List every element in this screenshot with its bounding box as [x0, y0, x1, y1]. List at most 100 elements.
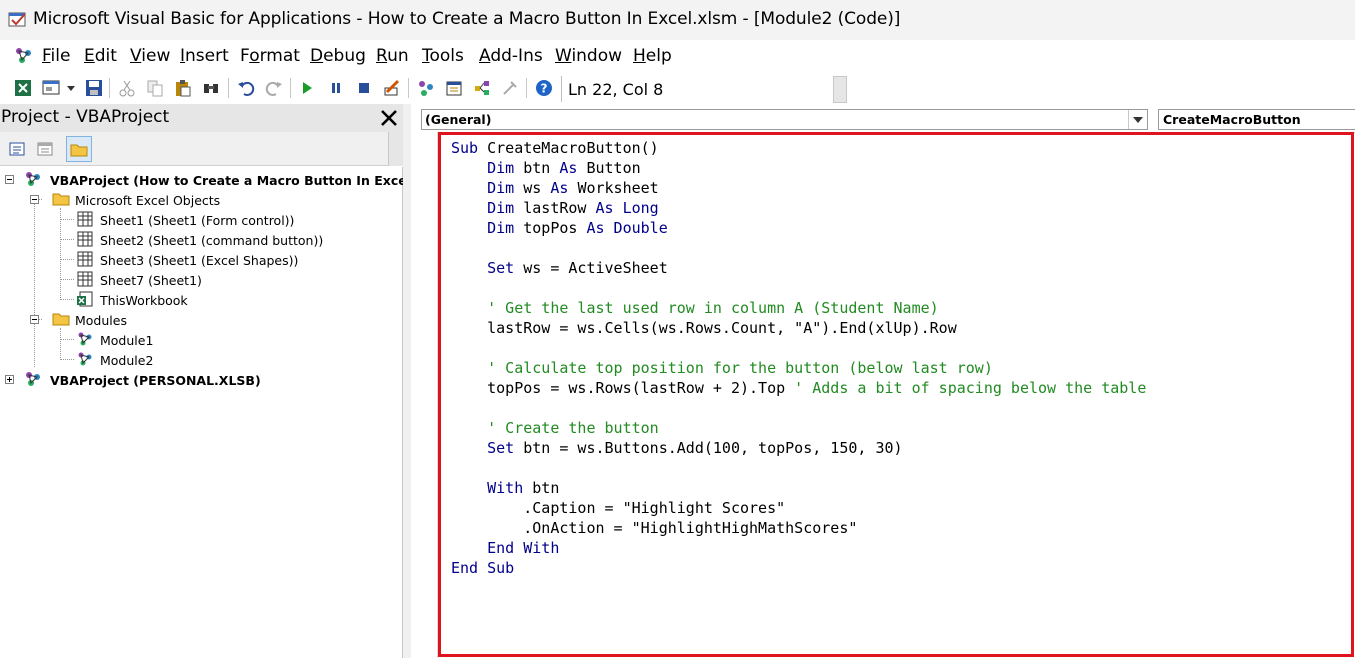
code-line[interactable]: ' Calculate top position for the button … — [451, 358, 1146, 378]
code-line[interactable]: Dim btn As Button — [451, 158, 1146, 178]
copy-icon[interactable] — [145, 78, 165, 98]
tree-item-module2[interactable]: Module2 — [100, 350, 153, 370]
code-line[interactable]: lastRow = ws.Cells(ws.Rows.Count, "A").E… — [451, 318, 1146, 338]
toolbar-overflow-button[interactable] — [833, 76, 847, 103]
menu-accelerator: E — [84, 46, 95, 66]
folder-icon — [52, 193, 70, 206]
collapse-toggle[interactable] — [30, 315, 39, 324]
toolbar-separator — [109, 78, 110, 98]
design-mode-icon[interactable] — [382, 78, 402, 98]
vba-project-icon — [26, 372, 40, 386]
close-icon[interactable] — [378, 107, 400, 129]
menu-help[interactable]: Help — [633, 46, 672, 66]
menu-accelerator: W — [555, 46, 572, 66]
tree-item-sheet7[interactable]: Sheet7 (Sheet1) — [100, 270, 202, 290]
code-line[interactable] — [451, 238, 1146, 258]
tree-item-excel-objects[interactable]: Microsoft Excel Objects — [75, 190, 220, 210]
code-text[interactable]: Sub CreateMacroButton() Dim btn As Butto… — [451, 138, 1146, 578]
run-icon[interactable] — [297, 78, 317, 98]
menu-run[interactable]: Run — [376, 46, 409, 66]
code-line[interactable]: Set ws = ActiveSheet — [451, 258, 1146, 278]
tree-item-label: Module1 — [100, 332, 154, 348]
project-explorer-icon[interactable] — [416, 78, 436, 98]
code-line[interactable]: Dim lastRow As Long — [451, 198, 1146, 218]
code-token: ws = ActiveSheet — [523, 259, 668, 277]
code-keyword: End With — [451, 539, 560, 557]
code-line[interactable] — [451, 398, 1146, 418]
code-line[interactable] — [451, 278, 1146, 298]
code-line[interactable]: ' Create the button — [451, 418, 1146, 438]
view-code-icon[interactable] — [6, 138, 28, 160]
code-line[interactable]: .OnAction = "HighlightHighMathScores" — [451, 518, 1146, 538]
menu-accelerator: A — [479, 46, 491, 66]
chevron-down-icon[interactable] — [1128, 110, 1146, 129]
break-icon[interactable] — [326, 78, 346, 98]
collapse-toggle[interactable] — [30, 195, 39, 204]
tree-item-sheet1[interactable]: Sheet1 (Sheet1 (Form control)) — [100, 210, 294, 230]
paste-icon[interactable] — [173, 78, 193, 98]
code-token: btn = ws.Buttons.Add(100, topPos, 150, 3… — [523, 439, 903, 457]
panel-toolbar-scroll[interactable] — [388, 132, 403, 166]
code-keyword: End Sub — [451, 559, 515, 577]
collapse-toggle[interactable] — [5, 175, 14, 184]
code-line[interactable]: With btn — [451, 478, 1146, 498]
tree-item-vbaproject-main[interactable]: VBAProject (How to Create a Macro Button… — [50, 170, 433, 190]
reset-icon[interactable] — [354, 78, 374, 98]
save-icon[interactable] — [84, 78, 104, 98]
menu-insert[interactable]: Insert — [180, 46, 229, 66]
tree-item-sheet3[interactable]: Sheet3 (Sheet1 (Excel Shapes)) — [100, 250, 298, 270]
code-token: lastRow = ws.Cells(ws.Rows.Count, "A").E… — [451, 319, 957, 337]
menu-window[interactable]: Window — [555, 46, 622, 66]
undo-icon[interactable] — [236, 78, 256, 98]
insert-dropdown-icon[interactable] — [64, 78, 78, 98]
code-line[interactable]: ' Get the last used row in column A (Stu… — [451, 298, 1146, 318]
project-panel-toolbar — [0, 132, 403, 166]
code-line[interactable]: Dim ws As Worksheet — [451, 178, 1146, 198]
menu-add-ins[interactable]: Add-Ins — [479, 46, 543, 66]
panel-splitter[interactable] — [403, 104, 411, 658]
object-browser-icon[interactable] — [472, 78, 492, 98]
properties-window-icon[interactable] — [444, 78, 464, 98]
code-token: ws — [523, 179, 551, 197]
code-line[interactable]: End With — [451, 538, 1146, 558]
expand-toggle[interactable] — [5, 375, 14, 384]
menu-edit[interactable]: Edit — [84, 46, 117, 66]
menu-view[interactable]: View — [130, 46, 170, 66]
view-excel-icon[interactable] — [13, 78, 33, 98]
code-margin — [411, 132, 438, 658]
object-dropdown[interactable] — [421, 109, 1148, 130]
vba-menu-icon[interactable] — [12, 45, 36, 67]
insert-userform-icon[interactable] — [41, 78, 61, 98]
cut-icon[interactable] — [117, 78, 137, 98]
menu-tools[interactable]: Tools — [422, 46, 464, 66]
tree-item-modules[interactable]: Modules — [75, 310, 127, 330]
code-line[interactable]: Dim topPos As Double — [451, 218, 1146, 238]
code-line[interactable]: topPos = ws.Rows(lastRow + 2).Top ' Adds… — [451, 378, 1146, 398]
code-line[interactable]: Set btn = ws.Buttons.Add(100, topPos, 15… — [451, 438, 1146, 458]
menu-file[interactable]: File — [42, 46, 70, 66]
code-line[interactable] — [451, 458, 1146, 478]
code-comment: ' Calculate top position for the button … — [451, 359, 993, 377]
help-icon[interactable]: ? — [534, 78, 554, 98]
menu-debug[interactable]: Debug — [310, 46, 366, 66]
tree-item-thisworkbook[interactable]: ThisWorkbook — [100, 290, 188, 310]
tree-connector — [60, 239, 74, 240]
find-icon[interactable] — [201, 78, 221, 98]
tree-item-label: Modules — [75, 312, 127, 328]
object-dropdown-value: (General) — [425, 112, 492, 127]
toolbar-separator — [228, 78, 229, 98]
tree-item-vbaproject-personal[interactable]: VBAProject (PERSONAL.XLSB) — [50, 370, 261, 390]
code-line[interactable]: End Sub — [451, 558, 1146, 578]
view-object-icon[interactable] — [34, 138, 56, 160]
tree-item-module1[interactable]: Module1 — [100, 330, 153, 350]
code-keyword: Set — [451, 259, 524, 277]
code-line[interactable]: Sub CreateMacroButton() — [451, 138, 1146, 158]
code-line[interactable]: .Caption = "Highlight Scores" — [451, 498, 1146, 518]
redo-icon[interactable] — [264, 78, 284, 98]
tree-connector — [60, 259, 74, 260]
menu-accelerator: T — [422, 46, 430, 66]
menu-format[interactable]: Format — [240, 46, 300, 66]
code-line[interactable] — [451, 338, 1146, 358]
tree-item-sheet2[interactable]: Sheet2 (Sheet1 (command button)) — [100, 230, 323, 250]
toolbox-icon[interactable] — [500, 78, 520, 98]
